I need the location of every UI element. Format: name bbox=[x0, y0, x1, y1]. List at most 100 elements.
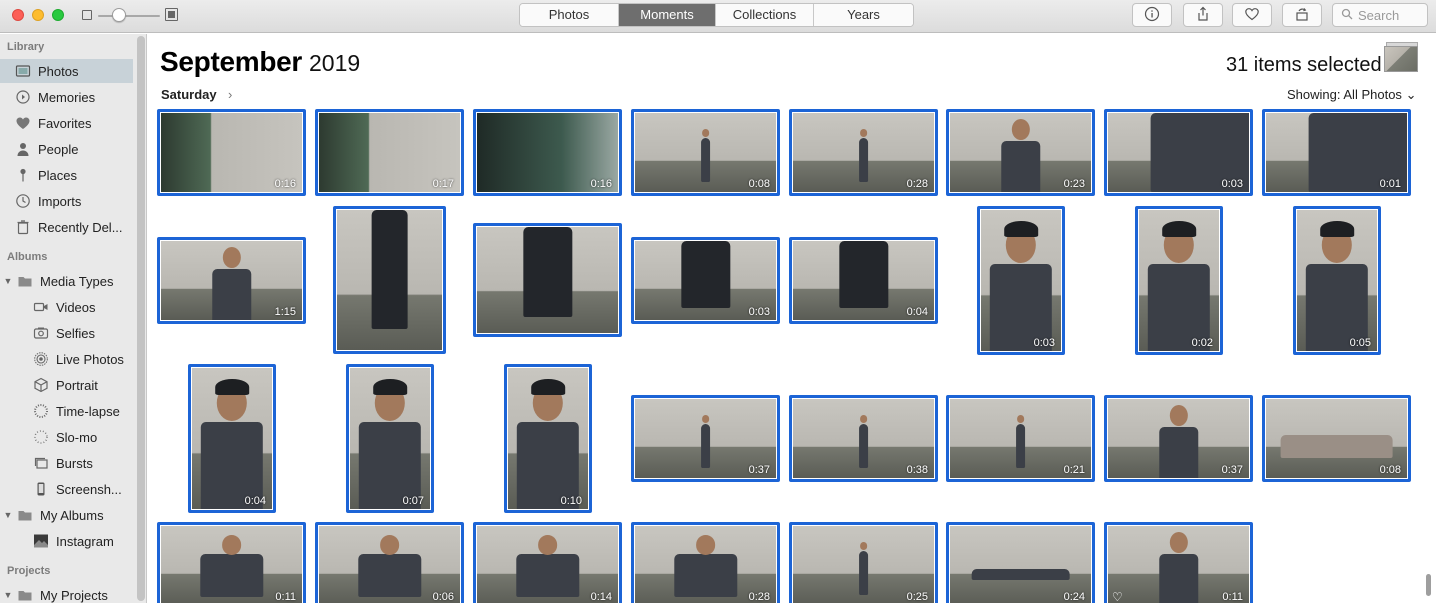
selection-count: 31 items selected bbox=[1226, 54, 1382, 76]
zoom-in-icon[interactable] bbox=[165, 8, 178, 21]
person-figure bbox=[858, 551, 869, 595]
sidebar-item-instagram[interactable]: Instagram bbox=[0, 529, 133, 553]
main-scrollbar[interactable] bbox=[1426, 574, 1431, 596]
share-button[interactable] bbox=[1183, 3, 1223, 27]
sidebar-item-videos[interactable]: Videos bbox=[0, 295, 133, 319]
screenshot-icon bbox=[32, 480, 50, 498]
zoom-window-button[interactable] bbox=[52, 9, 64, 21]
photo-tile[interactable]: 0:10 bbox=[504, 364, 592, 513]
tab-years[interactable]: Years bbox=[814, 4, 913, 26]
person-figure bbox=[673, 553, 738, 598]
disclosure-triangle-icon[interactable]: ▼ bbox=[3, 510, 13, 520]
sidebar-item-label: Instagram bbox=[56, 533, 114, 549]
photo-tile[interactable]: 0:03 bbox=[631, 237, 780, 324]
photo-tile[interactable]: 0:03 bbox=[977, 206, 1065, 355]
disclosure-triangle-icon[interactable]: ▼ bbox=[3, 276, 13, 286]
photo-tile[interactable]: 0:03 bbox=[1104, 109, 1253, 196]
person-figure bbox=[858, 424, 869, 468]
sidebar-item-portrait[interactable]: Portrait bbox=[0, 373, 133, 397]
sidebar-item-photos[interactable]: Photos bbox=[0, 59, 133, 83]
photo-tile[interactable]: 0:11 bbox=[157, 522, 306, 603]
photo-tile[interactable]: 0:17 bbox=[315, 109, 464, 196]
folder-icon bbox=[16, 586, 34, 603]
photo-tile[interactable]: 0:37 bbox=[1104, 395, 1253, 482]
search-placeholder: Search bbox=[1358, 7, 1400, 23]
sidebar-item-bursts[interactable]: Bursts bbox=[0, 451, 133, 475]
zoom-out-icon[interactable] bbox=[82, 10, 92, 20]
sidebar-item-label: Live Photos bbox=[56, 351, 124, 367]
sidebar-item-my-projects[interactable]: ▼ My Projects bbox=[0, 583, 133, 603]
video-duration: 0:17 bbox=[432, 178, 454, 190]
sidebar-item-favorites[interactable]: Favorites bbox=[0, 111, 133, 135]
video-duration: 0:08 bbox=[748, 178, 770, 190]
sidebar-item-screenshots[interactable]: Screensh... bbox=[0, 477, 133, 501]
photo-tile[interactable]: 0:08 bbox=[1262, 395, 1411, 482]
minimize-window-button[interactable] bbox=[32, 9, 44, 21]
sidebar-item-live-photos[interactable]: Live Photos bbox=[0, 347, 133, 371]
favorite-heart-icon[interactable]: ♡ bbox=[1112, 590, 1123, 603]
photo-tile[interactable]: 0:14 bbox=[473, 522, 622, 603]
photo-tile[interactable] bbox=[333, 206, 446, 354]
photo-tile[interactable]: 0:11 ♡ bbox=[1104, 522, 1253, 603]
sidebar-item-recently-deleted[interactable]: Recently Del... bbox=[0, 215, 133, 239]
sidebar-item-label: Photos bbox=[38, 63, 79, 79]
sidebar-item-time-lapse[interactable]: Time-lapse bbox=[0, 399, 133, 423]
person-head bbox=[859, 414, 868, 423]
photo-thumbnail: 0:02 bbox=[1139, 210, 1219, 351]
photo-tile[interactable]: 0:16 bbox=[473, 109, 622, 196]
photo-tile[interactable]: 0:04 bbox=[789, 237, 938, 324]
photo-tile[interactable]: 0:28 bbox=[789, 109, 938, 196]
photo-thumbnail: 0:37 bbox=[1108, 399, 1249, 478]
favorite-button[interactable] bbox=[1232, 3, 1272, 27]
person-head bbox=[1169, 532, 1188, 554]
video-duration: 0:16 bbox=[590, 178, 612, 190]
photo-tile[interactable] bbox=[473, 223, 622, 337]
photo-tile[interactable]: 0:08 bbox=[631, 109, 780, 196]
photo-tile[interactable]: 1:15 bbox=[157, 237, 306, 324]
tab-collections[interactable]: Collections bbox=[716, 4, 814, 26]
sidebar-item-my-albums[interactable]: ▼ My Albums bbox=[0, 503, 133, 527]
tab-photos[interactable]: Photos bbox=[520, 4, 619, 26]
sidebar-item-slo-mo[interactable]: Slo-mo bbox=[0, 425, 133, 449]
photo-tile[interactable]: 0:07 bbox=[346, 364, 434, 513]
zoom-slider-knob[interactable] bbox=[112, 8, 126, 22]
sidebar-item-media-types[interactable]: ▼ Media Types bbox=[0, 269, 133, 293]
photo-tile[interactable]: 0:23 bbox=[946, 109, 1095, 196]
close-window-button[interactable] bbox=[12, 9, 24, 21]
video-duration: 0:03 bbox=[1221, 178, 1243, 190]
video-duration: 0:08 bbox=[1379, 464, 1401, 476]
photo-tile[interactable]: 0:38 bbox=[789, 395, 938, 482]
sidebar-item-places[interactable]: Places bbox=[0, 163, 133, 187]
disclosure-triangle-icon[interactable]: ▼ bbox=[3, 590, 13, 600]
photo-tile[interactable]: 0:04 bbox=[188, 364, 276, 513]
sidebar-item-imports[interactable]: Imports bbox=[0, 189, 133, 213]
showing-filter[interactable]: Showing: All Photos ⌄ bbox=[1287, 87, 1416, 103]
photo-tile[interactable]: 0:25 bbox=[789, 522, 938, 603]
info-button[interactable] bbox=[1132, 3, 1172, 27]
photo-tile[interactable]: 0:05 bbox=[1293, 206, 1381, 355]
photo-tile[interactable]: 0:37 bbox=[631, 395, 780, 482]
photo-thumbnail: 0:11 bbox=[161, 526, 302, 603]
photo-tile[interactable]: 0:16 bbox=[157, 109, 306, 196]
video-duration: 0:38 bbox=[906, 464, 928, 476]
zoom-slider-track[interactable] bbox=[98, 15, 160, 17]
rotate-icon bbox=[1294, 6, 1310, 25]
chevron-right-icon[interactable]: › bbox=[228, 87, 232, 102]
video-duration: 0:14 bbox=[590, 591, 612, 603]
photo-tile[interactable]: 0:24 bbox=[946, 522, 1095, 603]
moment-day-label[interactable]: Saturday bbox=[161, 87, 217, 102]
slomo-icon bbox=[32, 428, 50, 446]
folder-icon bbox=[16, 272, 34, 290]
sidebar-item-selfies[interactable]: Selfies bbox=[0, 321, 133, 345]
photo-tile[interactable]: 0:02 bbox=[1135, 206, 1223, 355]
tab-moments[interactable]: Moments bbox=[619, 4, 716, 26]
photo-tile[interactable]: 0:28 bbox=[631, 522, 780, 603]
sidebar-item-memories[interactable]: Memories bbox=[0, 85, 133, 109]
photo-tile[interactable]: 0:21 bbox=[946, 395, 1095, 482]
sidebar-item-people[interactable]: People bbox=[0, 137, 133, 161]
rotate-button[interactable] bbox=[1282, 3, 1322, 27]
sidebar-scrollbar[interactable] bbox=[137, 36, 145, 601]
photo-tile[interactable]: 0:06 bbox=[315, 522, 464, 603]
search-input[interactable]: Search bbox=[1332, 3, 1428, 27]
photo-tile[interactable]: 0:01 bbox=[1262, 109, 1411, 196]
